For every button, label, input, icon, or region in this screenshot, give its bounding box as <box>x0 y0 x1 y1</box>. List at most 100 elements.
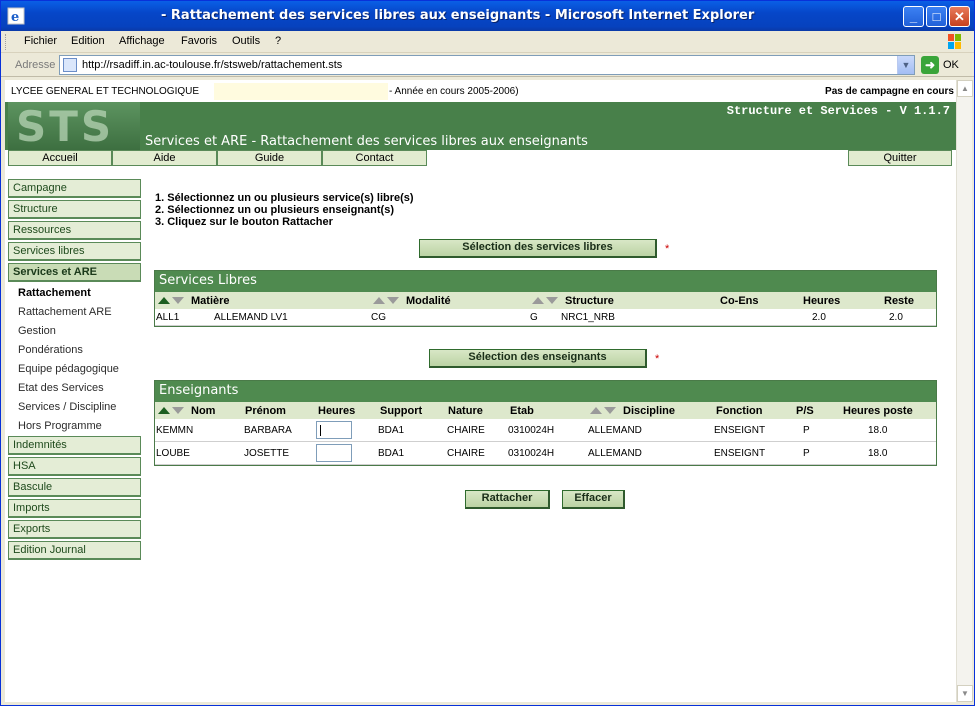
cell-heures-poste: 18.0 <box>868 425 888 436</box>
menu-help[interactable]: ? <box>275 35 281 47</box>
heures-input[interactable] <box>316 444 352 462</box>
sidebar-subitem-services-discipline[interactable]: Services / Discipline <box>18 401 116 413</box>
internet-explorer-icon: e <box>7 7 25 25</box>
scroll-up-icon[interactable]: ▲ <box>957 80 973 97</box>
cell-support: BDA1 <box>378 448 405 459</box>
nav-aide[interactable]: Aide <box>112 150 217 166</box>
required-marker: * <box>665 243 670 255</box>
menu-affichage[interactable]: Affichage <box>119 35 165 47</box>
address-field[interactable]: http://rsadiff.in.ac-toulouse.fr/stsweb/… <box>59 55 915 75</box>
minimize-button[interactable]: _ <box>903 6 924 27</box>
col-matiere[interactable]: Matière <box>191 295 230 307</box>
nav-guide[interactable]: Guide <box>217 150 322 166</box>
select-teachers-button[interactable]: Sélection des enseignants <box>429 349 647 368</box>
go-button[interactable]: ➜ OK <box>919 55 967 75</box>
text-caret <box>320 425 321 436</box>
svg-text:e: e <box>11 10 19 25</box>
cell-support: BDA1 <box>378 425 405 436</box>
menu-favoris[interactable]: Favoris <box>181 35 217 47</box>
cell-type: G <box>530 312 538 323</box>
vertical-scrollbar[interactable]: ▲ ▼ <box>956 80 973 702</box>
cell-prenom: BARBARA <box>244 425 292 436</box>
sort-discipline-icon[interactable] <box>590 407 616 415</box>
sidebar-item-structure[interactable]: Structure <box>8 200 141 219</box>
address-dropdown-icon[interactable]: ▼ <box>897 56 914 74</box>
sidebar-subitem-etat-des-services[interactable]: Etat des Services <box>18 382 104 394</box>
sidebar-item-ressources[interactable]: Ressources <box>8 221 141 240</box>
menu-outils[interactable]: Outils <box>232 35 260 47</box>
sort-nom-icon[interactable] <box>158 407 184 415</box>
col-structure[interactable]: Structure <box>565 295 614 307</box>
page-viewport: LYCEE GENERAL ET TECHNOLOGIQUE - Année e… <box>5 80 956 702</box>
address-url[interactable]: http://rsadiff.in.ac-toulouse.fr/stsweb/… <box>82 59 342 71</box>
nav-accueil[interactable]: Accueil <box>8 150 112 166</box>
col-ps: P/S <box>796 405 814 417</box>
select-services-button[interactable]: Sélection des services libres <box>419 239 657 258</box>
top-navigation: Accueil Aide Guide Contact Quitter <box>5 150 956 167</box>
address-bar: Adresse http://rsadiff.in.ac-toulouse.fr… <box>1 53 974 77</box>
page-icon <box>63 58 77 72</box>
sort-matiere-icon[interactable] <box>158 297 184 305</box>
sidebar-item-services-libres[interactable]: Services libres <box>8 242 141 261</box>
sidebar-subitem-gestion[interactable]: Gestion <box>18 325 56 337</box>
instruction-step-2: 2. Sélectionnez un ou plusieurs enseigna… <box>155 204 394 216</box>
sidebar-subitem-hors-programme[interactable]: Hors Programme <box>18 420 102 432</box>
cell-modalite: CG <box>371 312 386 323</box>
sidebar-subitem-rattachement[interactable]: Rattachement <box>18 287 91 299</box>
school-year: - Année en cours 2005-2006) <box>389 86 519 97</box>
col-nature: Nature <box>448 405 483 417</box>
maximize-button[interactable]: □ <box>926 6 947 27</box>
col-coens: Co-Ens <box>720 295 759 307</box>
sidebar-item-campagne[interactable]: Campagne <box>8 179 141 198</box>
col-modalite[interactable]: Modalité <box>406 295 451 307</box>
sidebar-item-indemnites[interactable]: Indemnités <box>8 436 141 455</box>
close-button[interactable]: ✕ <box>949 6 970 27</box>
heures-input[interactable] <box>316 421 352 439</box>
cell-discipline: ALLEMAND <box>588 425 642 436</box>
sidebar-subitem-rattachement-are[interactable]: Rattachement ARE <box>18 306 112 318</box>
menu-fichier[interactable]: Fichier <box>24 35 57 47</box>
cell-nom: KEMMN <box>156 425 194 436</box>
sidebar-item-edition-journal[interactable]: Edition Journal <box>8 541 141 560</box>
sidebar-item-exports[interactable]: Exports <box>8 520 141 539</box>
cell-etab: 0310024H <box>508 448 555 459</box>
scroll-down-icon[interactable]: ▼ <box>957 685 973 702</box>
info-bar: LYCEE GENERAL ET TECHNOLOGIQUE - Année e… <box>5 80 956 102</box>
school-name-highlight <box>214 83 388 100</box>
nav-contact[interactable]: Contact <box>322 150 427 166</box>
cell-nature: CHAIRE <box>447 448 485 459</box>
enseignants-header: Nom Prénom Heures Support Nature Etab Di… <box>155 402 936 419</box>
sidebar-item-bascule[interactable]: Bascule <box>8 478 141 497</box>
col-discipline[interactable]: Discipline <box>623 405 675 417</box>
table-row[interactable]: LOUBE JOSETTE BDA1 CHAIRE 0310024H ALLEM… <box>155 442 936 465</box>
sts-logo: STS <box>8 102 140 151</box>
cell-prenom: JOSETTE <box>244 448 290 459</box>
col-heures: Heures <box>318 405 356 417</box>
sort-modalite-icon[interactable] <box>373 297 399 305</box>
campaign-status: Pas de campagne en cours <box>825 86 954 97</box>
nav-quitter[interactable]: Quitter <box>848 150 952 166</box>
cell-nom: LOUBE <box>156 448 190 459</box>
table-row[interactable]: ALL1 ALLEMAND LV1 CG G NRC1_NRB 2.0 2.0 <box>155 309 936 326</box>
school-name: LYCEE GENERAL ET TECHNOLOGIQUE <box>11 86 200 97</box>
col-prenom: Prénom <box>245 405 286 417</box>
cell-ps: P <box>803 448 810 459</box>
cell-ps: P <box>803 425 810 436</box>
rattacher-button[interactable]: Rattacher <box>465 490 550 509</box>
enseignants-panel: Enseignants Nom Prénom Heures Support Na… <box>154 380 937 466</box>
cell-code: ALL1 <box>156 312 180 323</box>
sidebar-item-services-are[interactable]: Services et ARE <box>8 263 141 282</box>
window-title: - Rattachement des services libres aux e… <box>161 8 755 23</box>
sidebar-subitem-ponderations[interactable]: Pondérations <box>18 344 83 356</box>
sidebar-item-hsa[interactable]: HSA <box>8 457 141 476</box>
effacer-button[interactable]: Effacer <box>562 490 625 509</box>
menu-edition[interactable]: Edition <box>71 35 105 47</box>
cell-heures-poste: 18.0 <box>868 448 888 459</box>
enseignants-title: Enseignants <box>155 381 936 402</box>
sidebar-item-imports[interactable]: Imports <box>8 499 141 518</box>
table-row[interactable]: KEMMN BARBARA BDA1 CHAIRE 0310024H ALLEM… <box>155 419 936 442</box>
sort-structure-icon[interactable] <box>532 297 558 305</box>
col-nom[interactable]: Nom <box>191 405 215 417</box>
sidebar-subitem-equipe-pedagogique[interactable]: Equipe pédagogique <box>18 363 119 375</box>
cell-reste: 2.0 <box>889 312 903 323</box>
